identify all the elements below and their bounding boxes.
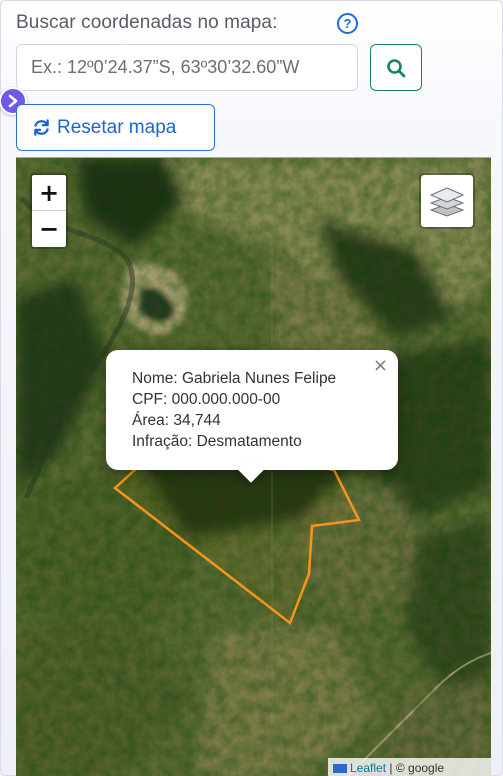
coordinates-search-input[interactable]	[16, 44, 358, 91]
map-view[interactable]: + − × Nome: Gabriela Nunes Felipe CPF: 0…	[16, 157, 491, 776]
refresh-icon	[34, 119, 49, 136]
reset-map-button[interactable]: Resetar mapa	[16, 104, 215, 151]
leaflet-link[interactable]: Leaflet	[350, 761, 386, 775]
search-label: Buscar coordenadas no mapa:	[16, 12, 278, 33]
zoom-in-button[interactable]: +	[32, 175, 66, 211]
map-panel: Buscar coordenadas no mapa: ? Resetar ma…	[0, 0, 503, 776]
reset-map-label: Resetar mapa	[57, 116, 177, 138]
popup-close-button[interactable]: ×	[373, 355, 388, 376]
popup-infraction-line: Infração: Desmatamento	[132, 433, 302, 450]
zoom-control: + −	[30, 173, 68, 249]
flag-icon	[333, 764, 347, 773]
info-popup: × Nome: Gabriela Nunes Felipe CPF: 000.0…	[106, 350, 398, 483]
layers-icon	[429, 187, 465, 217]
question-circle-icon[interactable]: ?	[337, 13, 358, 34]
attribution-source: © google	[395, 761, 445, 775]
popup-name-line: Nome: Gabriela Nunes Felipe	[132, 370, 337, 387]
map-attribution: Leaflet | © google	[328, 758, 491, 776]
zoom-out-button[interactable]: −	[32, 211, 66, 247]
attribution-separator: |	[389, 761, 393, 775]
popup-area-line: Área: 34,744	[132, 412, 221, 429]
search-button[interactable]	[370, 44, 422, 91]
layers-button[interactable]	[419, 173, 475, 229]
popup-cpf-line: CPF: 000.000.000-00	[132, 391, 281, 408]
search-icon	[387, 58, 406, 77]
